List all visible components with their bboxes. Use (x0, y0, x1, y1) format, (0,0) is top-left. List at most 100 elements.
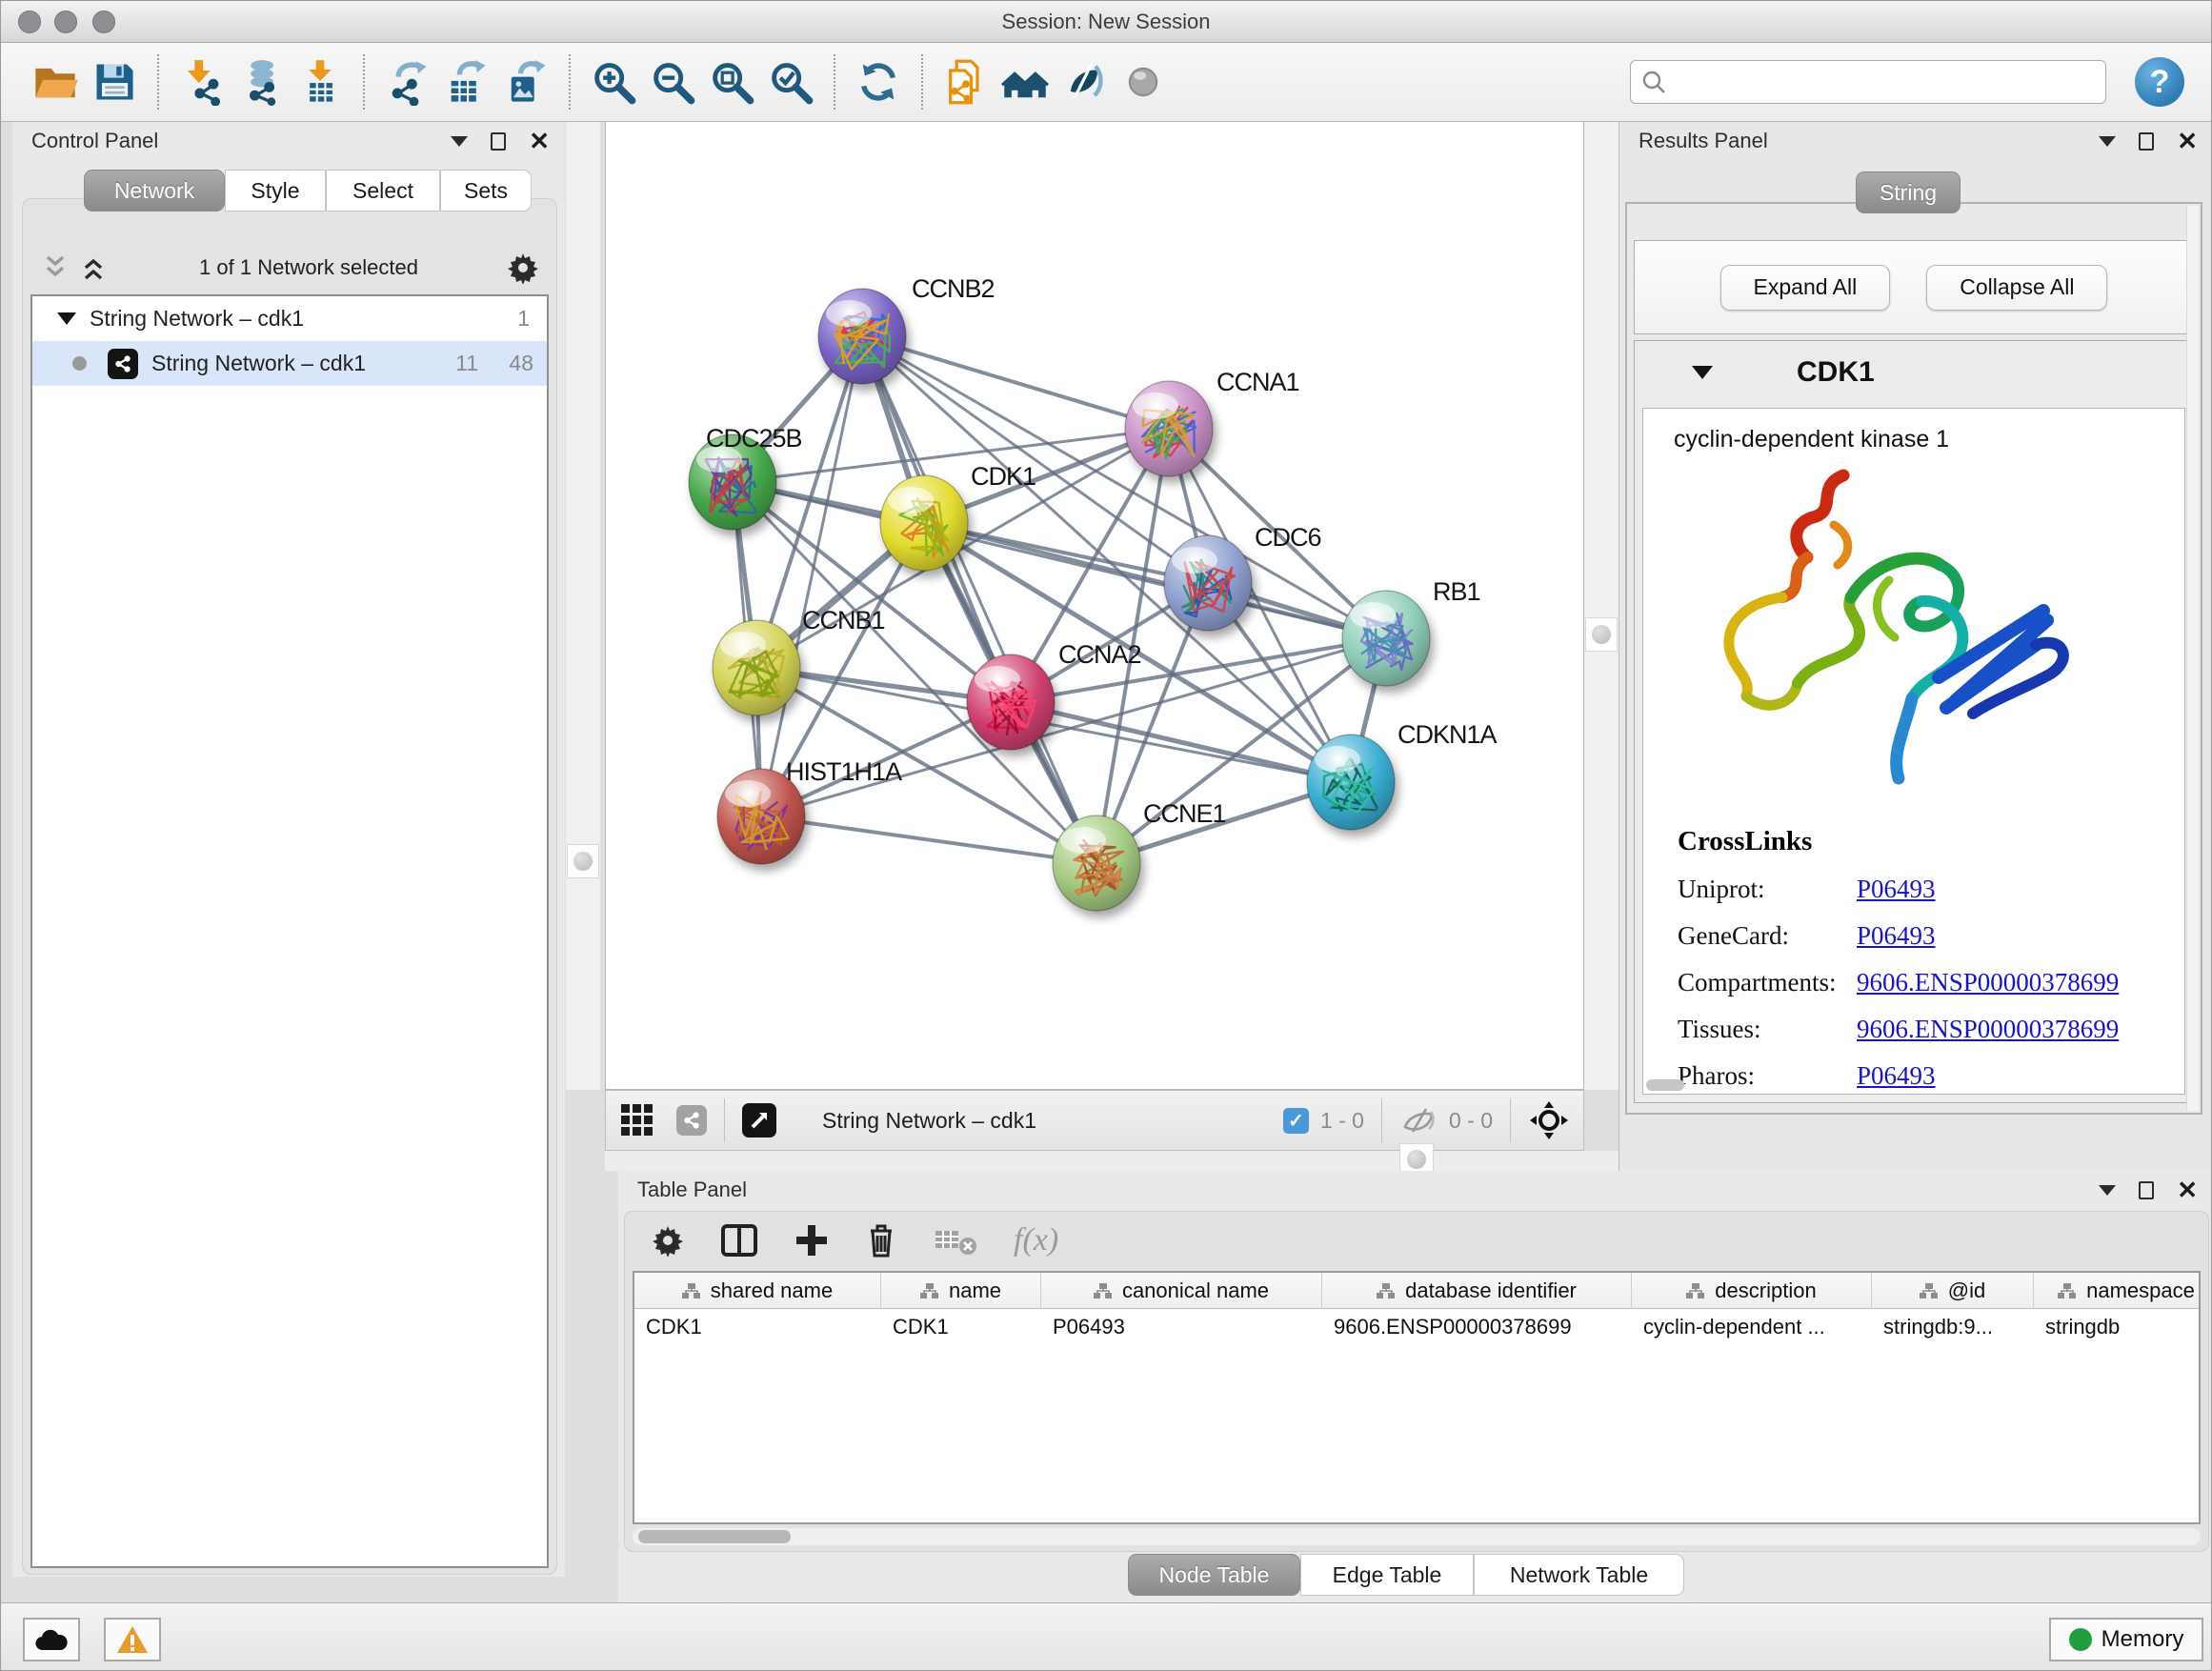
import-network-from-file-icon[interactable] (172, 52, 231, 111)
collapse-all-button[interactable]: Collapse All (1926, 265, 2107, 311)
panel-menu-icon[interactable] (2099, 1185, 2116, 1196)
gear-icon[interactable] (507, 252, 539, 284)
tab-network[interactable]: Network (84, 170, 225, 211)
crosslink-link[interactable]: 9606.ENSP00000378699 (1857, 1015, 2119, 1044)
zoom-out-icon[interactable] (643, 52, 702, 111)
zoom-in-icon[interactable] (584, 52, 643, 111)
column-header-description[interactable]: description (1632, 1273, 1872, 1309)
network-edge[interactable] (761, 816, 1096, 863)
column-header-shared-name[interactable]: shared name (634, 1273, 881, 1309)
right-splitter[interactable] (1584, 122, 1619, 1090)
show-hidden-icon[interactable] (1114, 52, 1173, 111)
zoom-fit-icon[interactable] (702, 52, 761, 111)
table-cell[interactable]: cyclin-dependent ... (1632, 1309, 1872, 1345)
crosslink-link[interactable]: P06493 (1857, 1061, 1936, 1091)
tab-select[interactable]: Select (326, 170, 440, 211)
show-all-networks-icon[interactable] (995, 52, 1055, 111)
open-session-icon[interactable] (26, 52, 85, 111)
column-header-name[interactable]: name (881, 1273, 1041, 1309)
panel-close-icon[interactable]: ✕ (2177, 1180, 2198, 1199)
panel-float-icon[interactable] (491, 132, 506, 151)
network-collection-row[interactable]: String Network – cdk1 1 (32, 296, 547, 341)
hide-selected-icon[interactable] (1055, 52, 1114, 111)
table-cell[interactable]: CDK1 (881, 1309, 1041, 1345)
collapse-all-networks-icon[interactable] (38, 253, 72, 282)
crosslink-link[interactable]: P06493 (1857, 875, 1936, 904)
memory-button[interactable]: Memory (2049, 1618, 2203, 1661)
table-cell[interactable]: 9606.ENSP00000378699 (1322, 1309, 1632, 1345)
birdseye-view-icon[interactable] (742, 1103, 776, 1137)
warning-status-button[interactable] (104, 1618, 161, 1661)
right-splitter-handle[interactable] (1585, 617, 1618, 652)
save-session-icon[interactable] (85, 52, 144, 111)
network-edge[interactable] (862, 336, 1169, 429)
tab-sets[interactable]: Sets (440, 170, 532, 211)
network-row-selected[interactable]: String Network – cdk1 11 48 (32, 341, 547, 386)
table-hscroll-thumb[interactable] (638, 1530, 791, 1543)
network-node-RB1[interactable]: RB1 (1342, 577, 1480, 686)
fit-selected-icon[interactable] (1528, 1099, 1570, 1141)
entry-hscroll-thumb[interactable] (1646, 1079, 1684, 1091)
search-field[interactable] (1630, 60, 2106, 104)
expand-all-button[interactable]: Expand All (1720, 265, 1891, 311)
panel-close-icon[interactable]: ✕ (529, 131, 550, 151)
cloud-status-button[interactable] (23, 1618, 80, 1661)
table-cell[interactable]: stringdb:9... (1872, 1309, 2034, 1345)
table-cell[interactable]: P06493 (1041, 1309, 1322, 1345)
tab-network-table[interactable]: Network Table (1474, 1554, 1684, 1596)
table-cell[interactable]: stringdb (2034, 1309, 2201, 1345)
import-table-from-file-icon[interactable] (291, 52, 350, 111)
export-table-icon[interactable] (437, 52, 496, 111)
tab-string[interactable]: String (1856, 171, 1961, 213)
column-header-canonical-name[interactable]: canonical name (1041, 1273, 1322, 1309)
add-column-icon[interactable] (794, 1223, 829, 1258)
left-splitter-handle[interactable] (567, 844, 599, 878)
panel-menu-icon[interactable] (451, 136, 468, 147)
export-network-icon[interactable] (378, 52, 437, 111)
refresh-view-icon[interactable] (849, 52, 908, 111)
column-header-database-identifier[interactable]: database identifier (1322, 1273, 1632, 1309)
network-edge[interactable] (761, 336, 862, 816)
table-cell[interactable]: CDK1 (634, 1309, 881, 1345)
crosslink-link[interactable]: P06493 (1857, 921, 1936, 951)
expand-all-networks-icon[interactable] (76, 253, 111, 282)
single-view-icon[interactable] (676, 1105, 707, 1136)
network-node-CDKN1A[interactable]: CDKN1A (1307, 720, 1498, 830)
network-node-HIST1H1A[interactable]: HIST1H1A (717, 757, 902, 864)
column-header-namespace[interactable]: namespace (2034, 1273, 2201, 1309)
grid-view-icon[interactable] (619, 1102, 655, 1138)
results-scrollbar[interactable] (2186, 206, 2199, 1111)
delete-table-icon[interactable] (934, 1225, 977, 1256)
tab-edge-table[interactable]: Edge Table (1300, 1554, 1474, 1596)
new-network-from-file-icon[interactable] (936, 52, 995, 111)
tab-node-table[interactable]: Node Table (1128, 1554, 1300, 1596)
network-node-CCNE1[interactable]: CCNE1 (1053, 799, 1226, 911)
panel-close-icon[interactable]: ✕ (2177, 131, 2198, 151)
network-node-CCNA1[interactable]: CCNA1 (1125, 368, 1299, 476)
import-network-from-database-icon[interactable] (231, 52, 291, 111)
crosslink-link[interactable]: 9606.ENSP00000378699 (1857, 968, 2119, 997)
left-splitter[interactable] (566, 122, 600, 1090)
zoom-selected-icon[interactable] (761, 52, 820, 111)
entry-expander-icon[interactable] (1692, 366, 1713, 379)
column-header--id[interactable]: @id (1872, 1273, 2034, 1309)
network-canvas[interactable]: CCNB2CCNA1CDC25BCDK1CDC6RB1CCNB1CCNA2CDK… (605, 122, 1584, 1090)
table-row[interactable]: CDK1CDK1P064939606.ENSP00000378699cyclin… (634, 1309, 2199, 1345)
selected-checkbox-icon[interactable]: ✓ (1283, 1108, 1309, 1134)
protein-entry-header[interactable]: CDK1 (1635, 341, 2193, 404)
table-gear-icon[interactable] (652, 1224, 684, 1257)
panel-menu-icon[interactable] (2099, 136, 2116, 147)
collection-expander-icon[interactable] (57, 312, 76, 325)
delete-column-icon[interactable] (865, 1222, 897, 1258)
tab-style[interactable]: Style (225, 170, 326, 211)
function-builder-icon[interactable]: f(x) (1014, 1222, 1058, 1258)
panel-float-icon[interactable] (2139, 1181, 2154, 1199)
search-input[interactable] (1667, 63, 2096, 101)
network-node-CCNB1[interactable]: CCNB1 (713, 606, 885, 715)
node-count: 11 (423, 351, 478, 376)
export-image-icon[interactable] (496, 52, 555, 111)
table-hscrollbar[interactable] (633, 1528, 2201, 1545)
panel-float-icon[interactable] (2139, 132, 2154, 151)
show-columns-icon[interactable] (720, 1223, 758, 1258)
help-icon[interactable]: ? (2135, 57, 2184, 107)
